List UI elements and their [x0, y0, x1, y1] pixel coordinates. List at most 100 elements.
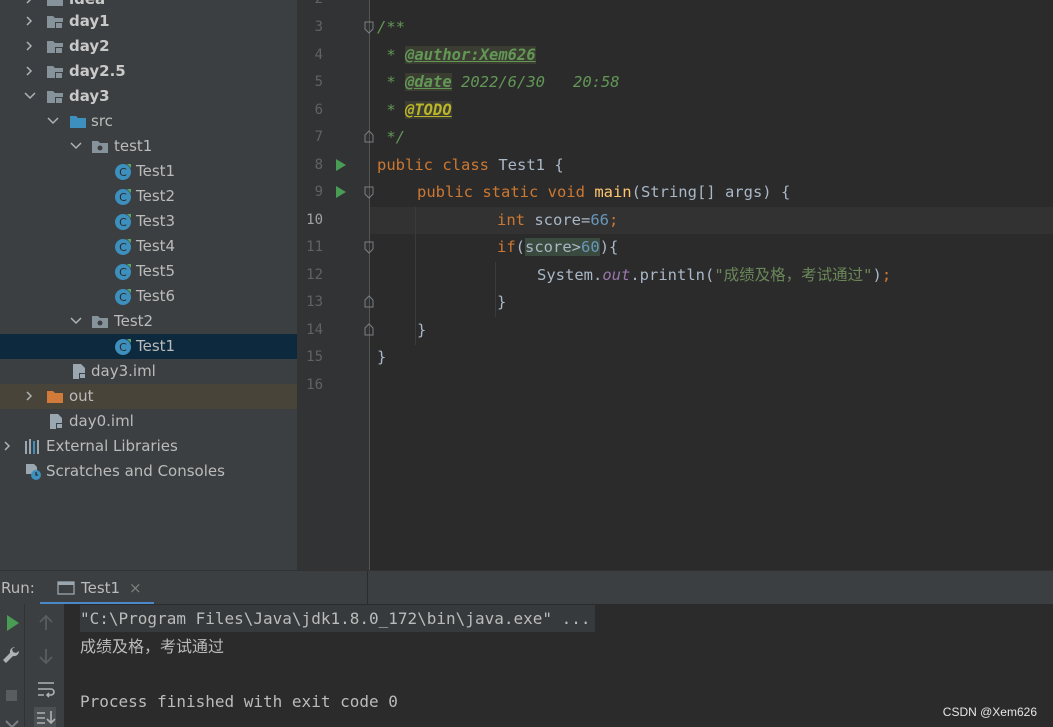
code-text: ){ [599, 238, 619, 256]
chevron-down-icon[interactable] [45, 109, 61, 134]
code-line-5: * @date 2022/6/30 20:58 [377, 69, 620, 96]
console-output-line: Process finished with exit code 0 [80, 692, 398, 711]
run-tab-test1[interactable]: Test1 × [40, 571, 154, 605]
keyword: public class [377, 156, 499, 174]
console-icon [57, 581, 75, 595]
line-number: 2 [297, 0, 323, 13]
tree-class-test1[interactable]: C Test1 [0, 159, 297, 184]
tree-class-test3[interactable]: C Test3 [0, 209, 297, 234]
chevron-right-icon[interactable] [22, 59, 38, 84]
tree-external-libraries[interactable]: External Libraries [0, 434, 297, 459]
java-class-icon: C [114, 238, 132, 255]
fold-start-icon[interactable] [364, 21, 374, 34]
scroll-to-end-icon[interactable] [34, 707, 56, 727]
tree-label: Test2 [114, 312, 154, 330]
java-class-icon: C [114, 338, 132, 355]
tree-folder-out[interactable]: out [0, 384, 297, 409]
tree-label: External Libraries [46, 437, 178, 455]
chevron-down-icon[interactable] [68, 309, 84, 334]
fold-end-icon[interactable] [364, 295, 374, 308]
tree-class-test1-selected[interactable]: C Test1 [0, 334, 297, 359]
console-output[interactable]: "C:\Program Files\Java\jdk1.8.0_172\bin\… [64, 604, 1053, 727]
tree-class-test2[interactable]: C Test2 [0, 184, 297, 209]
tree-package-test2[interactable]: Test2 [0, 309, 297, 334]
svg-text:C: C [119, 266, 127, 279]
number-literal: 60 [581, 238, 600, 256]
console-command-line: "C:\Program Files\Java\jdk1.8.0_172\bin\… [80, 605, 595, 632]
tree-label: Test2 [136, 187, 176, 205]
tree-label: day2 [69, 37, 110, 55]
code-editor[interactable]: 2 3 4 5 6 7 8 9 10 11 12 13 14 15 16 /**… [297, 0, 1053, 570]
tree-folder-day2[interactable]: day2 [0, 34, 297, 59]
chevron-right-icon[interactable] [0, 434, 16, 459]
close-icon[interactable]: × [129, 579, 142, 597]
tree-label: day3.iml [91, 362, 156, 380]
arrow-up-icon[interactable] [35, 612, 57, 634]
code-line-11: if(score>60){ [497, 234, 618, 261]
chevron-right-icon[interactable] [22, 34, 38, 59]
tree-class-test4[interactable]: C Test4 [0, 234, 297, 259]
line-number-current: 10 [306, 212, 323, 228]
fold-end-icon[interactable] [364, 323, 374, 336]
run-toolwindow-header: Run: Test1 × [0, 570, 1053, 605]
tree-class-test6[interactable]: C Test6 [0, 284, 297, 309]
tree-file-day0-iml[interactable]: day0.iml [0, 409, 297, 434]
comment-text: * [377, 46, 405, 64]
fold-start-icon[interactable] [364, 241, 374, 254]
tree-label: Test4 [136, 237, 176, 255]
tree-class-test5[interactable]: C Test5 [0, 259, 297, 284]
wrench-icon[interactable] [0, 644, 22, 666]
file-icon [47, 413, 65, 430]
run-label: Run: [1, 579, 35, 597]
chevron-down-icon[interactable] [68, 134, 84, 159]
tree-folder-day1[interactable]: day1 [0, 9, 297, 34]
run-icon[interactable] [335, 158, 347, 172]
scratches-icon [24, 463, 42, 480]
chevron-right-icon[interactable] [22, 9, 38, 34]
code-text: } [377, 348, 387, 366]
tree-scratches-consoles[interactable]: Scratches and Consoles [0, 459, 297, 484]
close-icon[interactable] [1, 708, 23, 727]
run-icon[interactable] [335, 185, 347, 199]
svg-text:C: C [119, 341, 127, 354]
fold-start-icon[interactable] [364, 186, 374, 199]
line-number: 4 [314, 47, 323, 63]
keyword: int [497, 211, 535, 229]
code-line-8: public class Test1 { [377, 152, 564, 179]
tree-label: test1 [114, 137, 153, 155]
line-number: 5 [314, 74, 323, 90]
project-tree: idea day1 day2 day2.5 day3 src test1 C T… [0, 0, 297, 570]
console-output-line: 成绩及格，考试通过 [80, 637, 225, 656]
java-class-icon: C [114, 263, 132, 280]
package-icon [91, 138, 109, 155]
chevron-right-icon[interactable] [22, 384, 38, 409]
stop-icon[interactable] [1, 684, 23, 706]
tree-label: day1 [69, 12, 110, 30]
code-text: Test1 { [498, 156, 564, 174]
fold-end-icon[interactable] [364, 130, 374, 143]
line-number: 3 [314, 19, 323, 35]
code-line-15: } [377, 344, 386, 371]
folder-icon [46, 0, 64, 8]
comment-text: * [377, 101, 405, 119]
line-number: 9 [314, 184, 323, 200]
code-line-4: * @author:Xem626 [377, 42, 536, 69]
tree-label: Test6 [136, 287, 176, 305]
soft-wrap-icon[interactable] [35, 678, 57, 700]
tree-folder-day3[interactable]: day3 [0, 84, 297, 109]
rerun-icon[interactable] [2, 612, 24, 634]
line-number: 7 [314, 129, 323, 145]
code-line-3: /** [377, 14, 405, 41]
code-text-highlighted: score> [525, 238, 582, 256]
svg-text:C: C [119, 166, 127, 179]
excluded-folder-icon [46, 388, 64, 405]
tree-package-test1[interactable]: test1 [0, 134, 297, 159]
java-class-icon: C [114, 213, 132, 230]
gutter-separator [369, 0, 370, 570]
library-icon [24, 438, 42, 455]
tree-file-day3-iml[interactable]: day3.iml [0, 359, 297, 384]
chevron-down-icon[interactable] [22, 84, 38, 109]
tree-folder-day2-5[interactable]: day2.5 [0, 59, 297, 84]
tree-folder-src[interactable]: src [0, 109, 297, 134]
arrow-down-icon[interactable] [35, 645, 57, 667]
